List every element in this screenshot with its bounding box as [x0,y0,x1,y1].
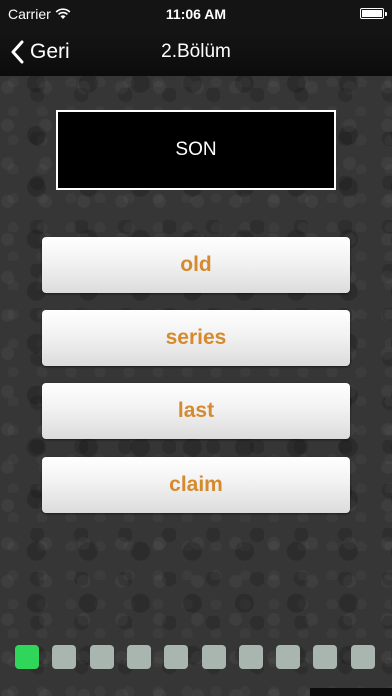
question-progress [0,645,392,671]
answer-option-1[interactable]: old [42,237,350,293]
page-title: 2.Bölüm [161,41,231,62]
battery-icon [360,8,387,19]
progress-square-pending [164,645,188,669]
question-word: SON [175,139,217,160]
question-word-box: SON [56,110,336,190]
bottom-bar [310,688,392,696]
progress-square-pending [313,645,337,669]
answer-option-label: series [165,326,227,349]
answer-option-3[interactable]: last [42,383,350,439]
status-bar: Carrier 11:06 AM [0,0,392,28]
progress-square-pending [239,645,263,669]
answer-option-label: last [177,399,215,422]
answer-option-label: old [180,253,212,276]
progress-square-pending [90,645,114,669]
answer-option-2[interactable]: series [42,310,350,366]
answer-option-label: claim [169,473,223,496]
progress-square-pending [127,645,151,669]
progress-square-pending [52,645,76,669]
status-time: 11:06 AM [165,6,227,22]
progress-square-completed [15,645,39,669]
navigation-bar: Geri 2.Bölüm [0,28,392,76]
progress-square-pending [351,645,375,669]
progress-square-pending [276,645,300,669]
answer-option-4[interactable]: claim [42,457,350,513]
progress-square-pending [202,645,226,669]
